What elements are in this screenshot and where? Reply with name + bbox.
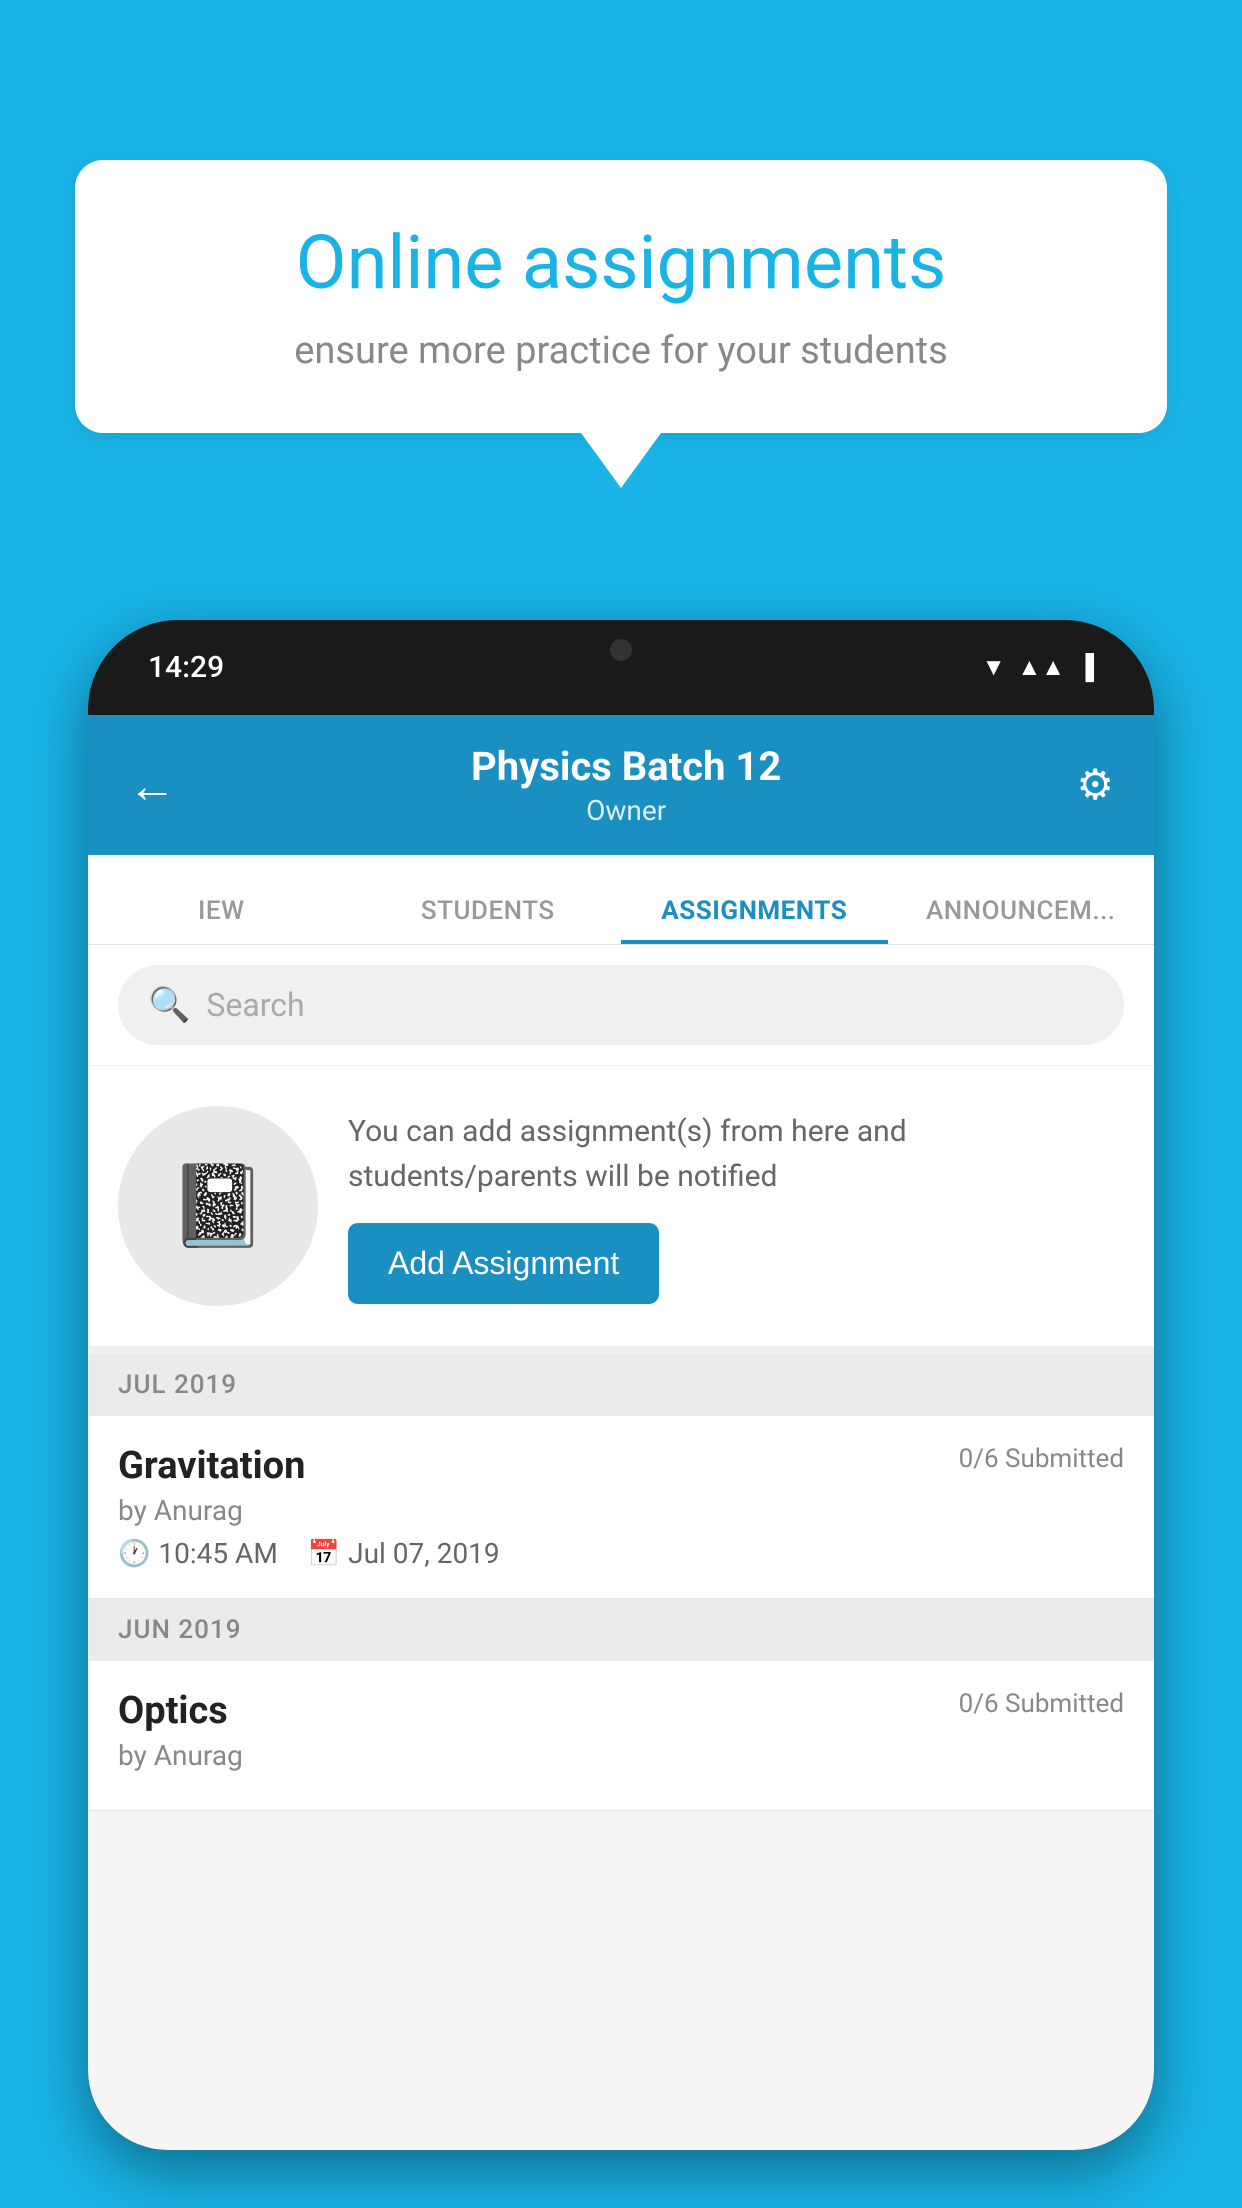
search-container: 🔍 Search bbox=[88, 945, 1154, 1066]
header-center: Physics Batch 12 Owner bbox=[471, 743, 781, 827]
back-button[interactable]: ← bbox=[128, 757, 176, 814]
header-subtitle: Owner bbox=[471, 794, 781, 827]
assignment-date: 📅 Jul 07, 2019 bbox=[308, 1537, 500, 1570]
assignment-top-row-optics: Optics 0/6 Submitted bbox=[118, 1689, 1124, 1733]
search-placeholder-text: Search bbox=[206, 986, 304, 1024]
empty-icon-circle: 📓 bbox=[118, 1106, 318, 1306]
header-title: Physics Batch 12 bbox=[471, 743, 781, 790]
app-header: ← Physics Batch 12 Owner ⚙ bbox=[88, 715, 1154, 855]
assignment-author: by Anurag bbox=[118, 1494, 1124, 1527]
notebook-icon: 📓 bbox=[168, 1159, 268, 1253]
date-value: Jul 07, 2019 bbox=[348, 1537, 500, 1570]
battery-icon: ▐ bbox=[1077, 653, 1094, 682]
assignment-top-row: Gravitation 0/6 Submitted bbox=[118, 1444, 1124, 1488]
empty-state: 📓 You can add assignment(s) from here an… bbox=[88, 1066, 1154, 1354]
speech-bubble-title: Online assignments bbox=[145, 220, 1097, 309]
empty-description: You can add assignment(s) from here and … bbox=[348, 1109, 1124, 1199]
assignment-name-optics: Optics bbox=[118, 1689, 228, 1733]
section-header-jul: JUL 2019 bbox=[88, 1354, 1154, 1416]
phone-top-bezel: 14:29 ▼ ▲▲ ▐ bbox=[88, 620, 1154, 715]
phone-device: 14:29 ▼ ▲▲ ▐ ← Physics Batch 12 Owner ⚙ bbox=[88, 620, 1154, 2208]
add-assignment-button[interactable]: Add Assignment bbox=[348, 1223, 659, 1304]
time-value: 10:45 AM bbox=[158, 1537, 277, 1570]
tab-bar: IEW STUDENTS ASSIGNMENTS ANNOUNCEM... bbox=[88, 855, 1154, 945]
speech-bubble-subtitle: ensure more practice for your students bbox=[145, 329, 1097, 373]
phone-outer: 14:29 ▼ ▲▲ ▐ ← Physics Batch 12 Owner ⚙ bbox=[88, 620, 1154, 2150]
speech-bubble-section: Online assignments ensure more practice … bbox=[75, 160, 1167, 488]
status-time: 14:29 bbox=[148, 650, 224, 685]
status-icons: ▼ ▲▲ ▐ bbox=[982, 653, 1094, 682]
tab-students[interactable]: STUDENTS bbox=[355, 896, 622, 944]
clock-icon: 🕐 bbox=[118, 1539, 150, 1569]
assignment-submitted-optics: 0/6 Submitted bbox=[959, 1689, 1124, 1719]
tab-iew[interactable]: IEW bbox=[88, 896, 355, 944]
tab-assignments[interactable]: ASSIGNMENTS bbox=[621, 896, 888, 944]
phone-screen: ← Physics Batch 12 Owner ⚙ IEW STUDENTS … bbox=[88, 715, 1154, 2150]
signal-icon: ▲▲ bbox=[1017, 653, 1065, 682]
assignment-meta: 🕐 10:45 AM 📅 Jul 07, 2019 bbox=[118, 1537, 1124, 1570]
assignment-item-gravitation[interactable]: Gravitation 0/6 Submitted by Anurag 🕐 10… bbox=[88, 1416, 1154, 1599]
search-box[interactable]: 🔍 Search bbox=[118, 965, 1124, 1045]
wifi-icon: ▼ bbox=[982, 653, 1006, 682]
assignment-time: 🕐 10:45 AM bbox=[118, 1537, 278, 1570]
settings-button[interactable]: ⚙ bbox=[1076, 760, 1114, 810]
speech-bubble-tail bbox=[581, 433, 661, 488]
search-icon: 🔍 bbox=[148, 985, 190, 1025]
tab-announcements[interactable]: ANNOUNCEM... bbox=[888, 896, 1155, 944]
assignment-name: Gravitation bbox=[118, 1444, 305, 1488]
camera-dot bbox=[610, 639, 632, 661]
assignment-item-optics[interactable]: Optics 0/6 Submitted by Anurag bbox=[88, 1661, 1154, 1811]
calendar-icon: 📅 bbox=[308, 1539, 340, 1569]
assignment-submitted: 0/6 Submitted bbox=[959, 1444, 1124, 1474]
assignment-author-optics: by Anurag bbox=[118, 1739, 1124, 1772]
phone-notch bbox=[521, 620, 721, 680]
speech-bubble: Online assignments ensure more practice … bbox=[75, 160, 1167, 433]
empty-text-block: You can add assignment(s) from here and … bbox=[348, 1109, 1124, 1304]
section-header-jun: JUN 2019 bbox=[88, 1599, 1154, 1661]
